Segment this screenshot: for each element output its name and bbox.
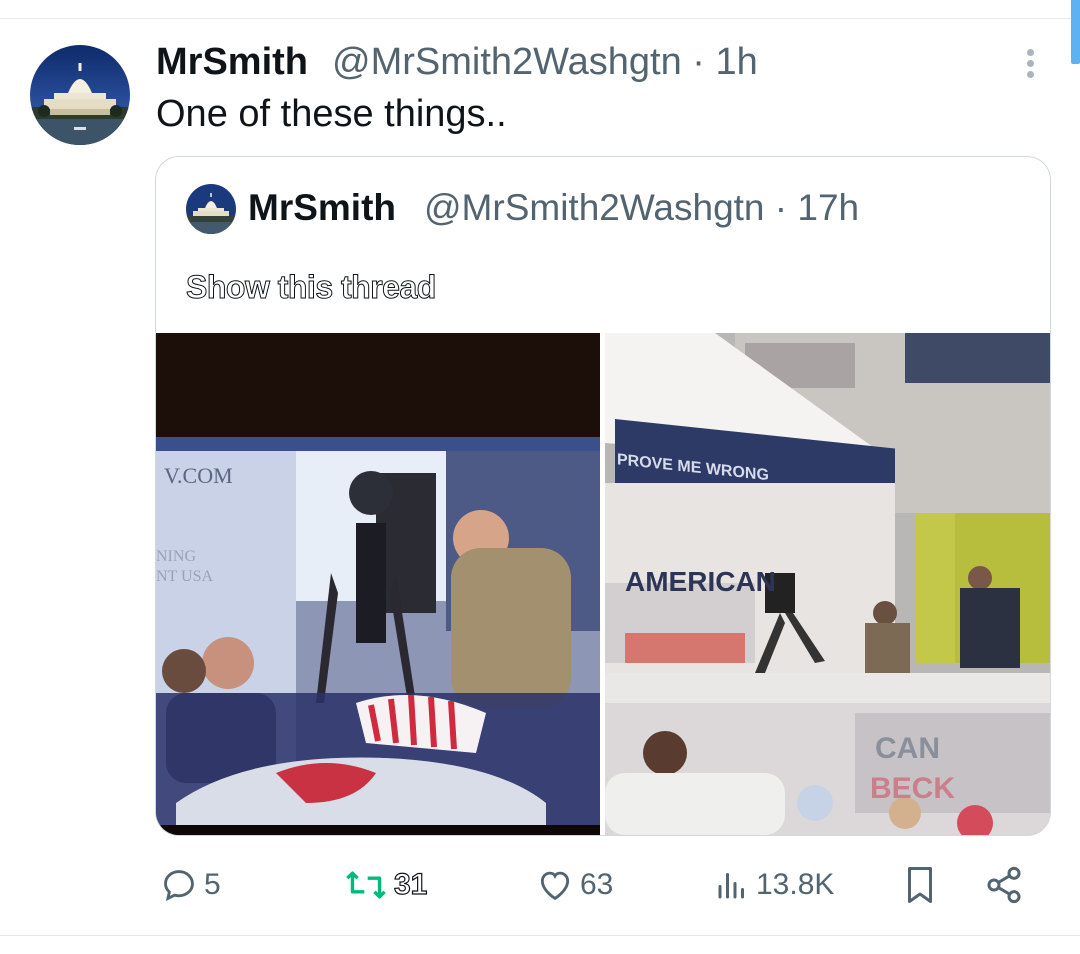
bookmark-button[interactable] <box>902 860 938 910</box>
reply-button[interactable]: 5 <box>160 860 221 910</box>
show-thread-link[interactable]: Show this thread <box>186 267 437 307</box>
view-count: 13.8K <box>756 868 835 901</box>
reply-count: 5 <box>204 868 221 901</box>
photo-left[interactable]: V.COM NING NT USA <box>156 333 600 835</box>
avatar[interactable] <box>30 45 130 145</box>
share-button[interactable] <box>984 860 1024 910</box>
scrollbar[interactable] <box>1071 0 1080 64</box>
repost-button[interactable]: 31 <box>344 860 428 910</box>
tweet-text: One of these things.. <box>156 93 507 135</box>
share-icon <box>987 866 1021 904</box>
views-button[interactable]: 13.8K <box>714 860 834 910</box>
screen-text-ntusa: NT USA <box>156 568 213 585</box>
repost-icon <box>346 871 386 899</box>
top-divider <box>0 18 1080 19</box>
repost-count: 31 <box>393 867 428 901</box>
quoted-tweet[interactable]: MrSmith @MrSmith2Washgtn · 17h Show this… <box>155 156 1051 836</box>
reply-icon <box>164 870 194 902</box>
like-icon <box>540 871 570 901</box>
fence-text-beck: BECK <box>870 772 955 805</box>
screen-text-com: V.COM <box>164 463 233 488</box>
quote-author-handle-time[interactable]: @MrSmith2Washgtn · 17h <box>424 185 859 231</box>
quote-author-name[interactable]: MrSmith <box>248 185 396 231</box>
bookmark-icon <box>908 867 932 903</box>
screen-text-ning: NING <box>156 548 196 565</box>
bottom-divider <box>0 935 1080 936</box>
capitol-avatar-small-image <box>186 184 236 234</box>
like-count: 63 <box>580 868 614 901</box>
views-icon <box>718 873 744 899</box>
banner-text-american: AMERICAN <box>625 566 776 597</box>
photo-right[interactable]: AMERICAN PROVE ME WRONG CAN BECK <box>605 333 1050 835</box>
like-button[interactable]: 63 <box>536 860 613 910</box>
quote-avatar[interactable] <box>186 184 236 234</box>
author-handle-time[interactable]: @MrSmith2Washgtn · 1h <box>332 38 758 86</box>
action-bar: 5 31 63 13.8K <box>0 860 1080 910</box>
fence-text-can: CAN <box>875 732 940 765</box>
author-name[interactable]: MrSmith <box>156 38 308 86</box>
more-icon[interactable] <box>1015 45 1045 85</box>
rally-stage-photo: AMERICAN PROVE ME WRONG CAN BECK <box>605 333 1050 835</box>
tv-screen-photo: V.COM NING NT USA <box>156 333 600 835</box>
capitol-avatar-image <box>30 45 130 145</box>
